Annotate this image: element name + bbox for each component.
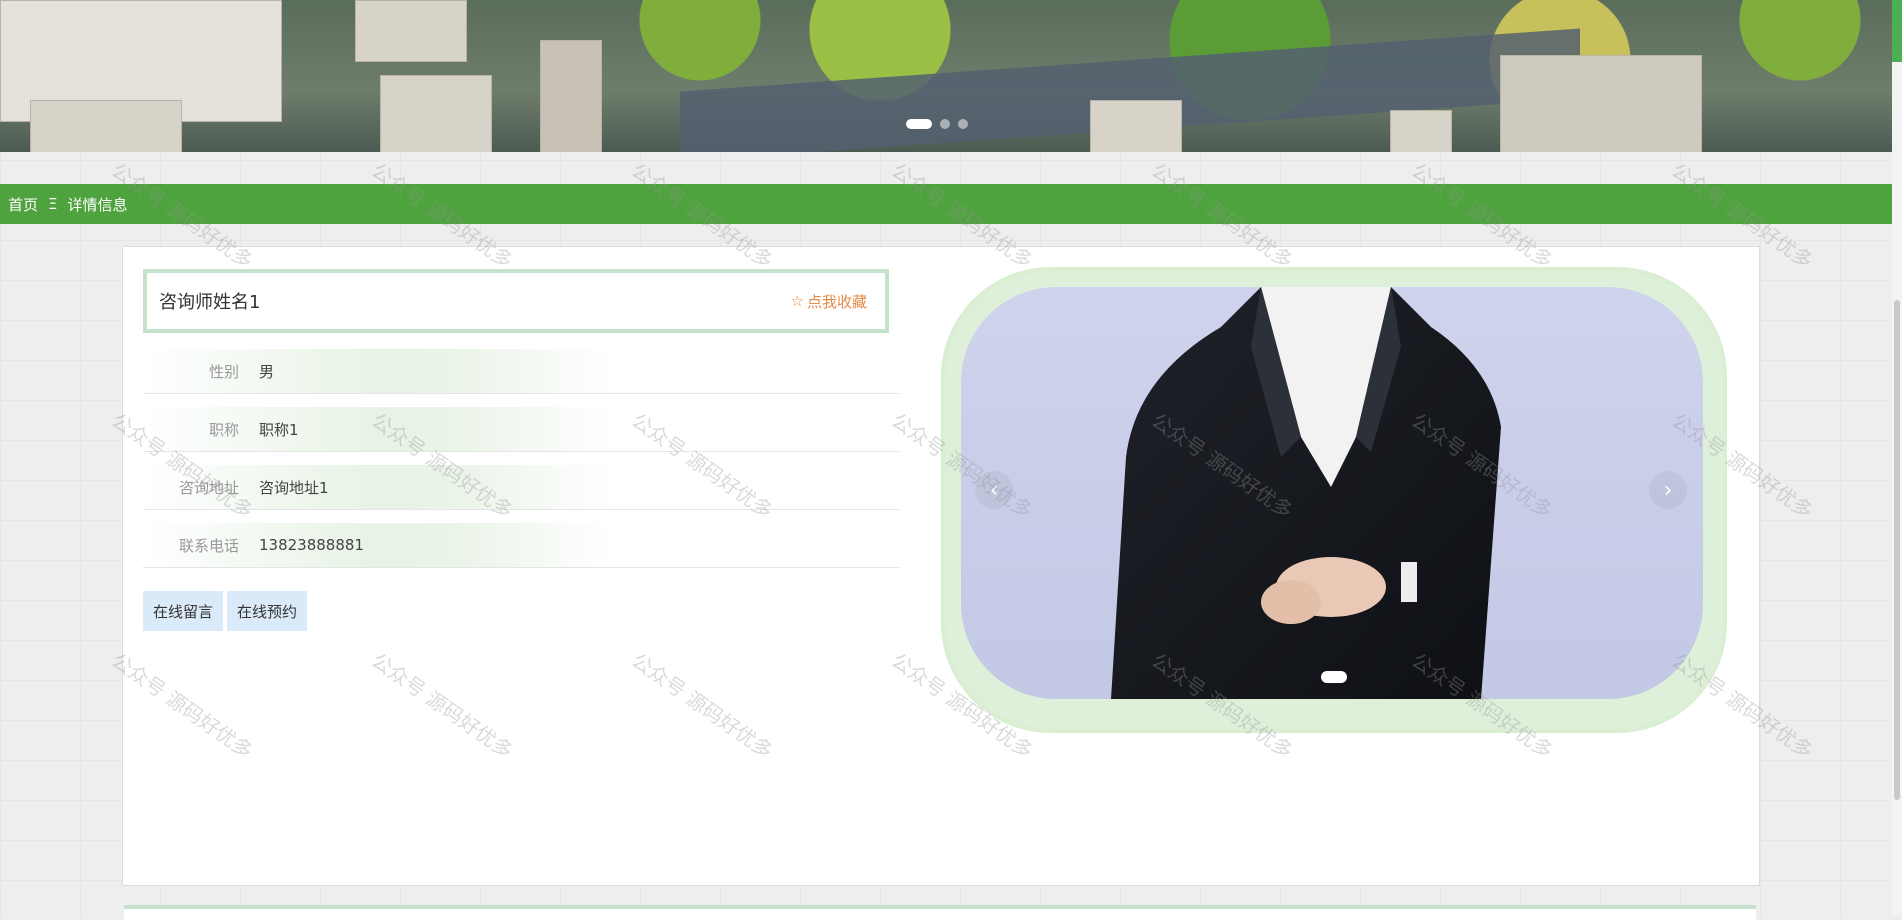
detail-title-box: 咨询师姓名1 ☆ 点我收藏 <box>143 269 889 333</box>
next-section-border <box>124 905 1756 920</box>
favorite-button[interactable]: ☆ 点我收藏 <box>791 291 867 312</box>
field-row-gender: 性别 男 <box>143 349 899 394</box>
field-label: 联系电话 <box>178 536 239 555</box>
counselor-name: 咨询师姓名1 <box>159 292 261 313</box>
carousel-dot-1[interactable] <box>906 119 932 129</box>
counselor-photo-carousel[interactable]: ‹ › <box>961 287 1703 699</box>
photo-carousel-frame: ‹ › <box>941 267 1727 733</box>
field-row-address: 咨询地址 咨询地址1 <box>143 465 899 510</box>
banner-carousel[interactable] <box>0 0 1892 152</box>
chevron-left-icon: ‹ <box>989 477 999 503</box>
field-label: 咨询地址 <box>178 478 239 497</box>
field-row-title: 职称 职称1 <box>143 407 899 452</box>
field-value: 咨询地址1 <box>259 478 329 497</box>
field-label: 职称 <box>208 420 239 439</box>
field-label: 性别 <box>208 362 239 381</box>
favorite-label: 点我收藏 <box>806 292 867 311</box>
field-value: 职称1 <box>259 420 299 439</box>
breadcrumb-home-link[interactable]: 首页 <box>8 194 38 215</box>
banner-carousel-dots[interactable] <box>906 119 968 129</box>
field-row-phone: 联系电话 13823888881 <box>143 523 899 568</box>
gallery-prev-button[interactable]: ‹ <box>975 471 1013 509</box>
field-value: 13823888881 <box>259 536 364 554</box>
detail-card: 咨询师姓名1 ☆ 点我收藏 性别 男 职称 职称1 咨询地址 咨询地址1 联系电… <box>122 246 1760 886</box>
gallery-dot-1[interactable] <box>1321 671 1347 683</box>
vertical-scrollbar[interactable] <box>1892 0 1902 916</box>
scrollbar-accent <box>1892 0 1902 62</box>
online-appointment-button[interactable]: 在线预约 <box>227 591 308 631</box>
field-value: 男 <box>259 362 275 381</box>
breadcrumb-current: 详情信息 <box>67 195 128 214</box>
online-message-button[interactable]: 在线留言 <box>143 591 224 631</box>
breadcrumb-separator-icon: Ξ <box>48 195 58 213</box>
counselor-photo <box>1111 287 1501 699</box>
breadcrumb: 首页 Ξ 详情信息 <box>0 184 1892 224</box>
gallery-next-button[interactable]: › <box>1649 471 1687 509</box>
star-outline-icon: ☆ <box>790 292 804 310</box>
scrollbar-thumb[interactable] <box>1894 300 1900 800</box>
chevron-right-icon: › <box>1663 477 1673 503</box>
carousel-dot-3[interactable] <box>958 119 968 129</box>
carousel-dot-2[interactable] <box>940 119 950 129</box>
